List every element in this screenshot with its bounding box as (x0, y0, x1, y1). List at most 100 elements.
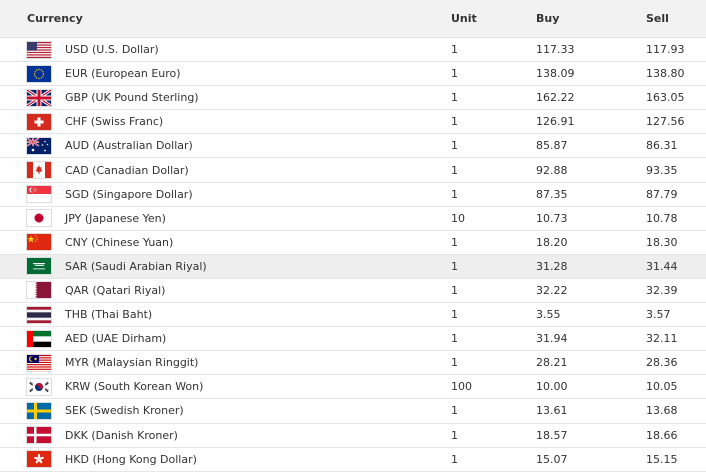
currency-label: JPY (Japanese Yen) (65, 211, 166, 225)
currency-label: GBP (UK Pound Sterling) (65, 91, 199, 105)
currency-cell: CNY (Chinese Yuan) (0, 234, 451, 251)
unit-cell: 1 (451, 163, 458, 177)
currency-cell: HKD (Hong Kong Dollar) (0, 451, 451, 468)
currency-cell: SGD (Singapore Dollar) (0, 186, 451, 203)
table-row: QAR (Qatari Riyal) 1 32.22 32.39 (0, 279, 706, 304)
table-row: EUR (European Euro) 1 138.09 138.80 (0, 62, 706, 87)
buy-rate-cell: 18.57 (536, 428, 568, 442)
table-row: SGD (Singapore Dollar) 1 87.35 87.79 (0, 183, 706, 207)
currency-cell: USD (U.S. Dollar) (0, 41, 451, 58)
gbp-flag-icon (27, 89, 51, 106)
sell-rate-cell: 93.35 (646, 163, 678, 177)
sell-rate-cell: 31.44 (646, 259, 678, 273)
currency-label: EUR (European Euro) (65, 67, 181, 81)
buy-rate-cell: 28.21 (536, 356, 568, 370)
buy-rate-cell: 31.28 (536, 259, 568, 273)
qar-flag-icon (27, 282, 51, 299)
unit-cell: 1 (451, 404, 458, 418)
currency-label: CAD (Canadian Dollar) (65, 163, 189, 177)
thb-flag-icon (27, 306, 51, 323)
header-unit: Unit (451, 12, 477, 25)
unit-cell: 1 (451, 43, 458, 57)
currency-label: THB (Thai Baht) (65, 308, 153, 322)
currency-cell: THB (Thai Baht) (0, 306, 451, 323)
currency-label: QAR (Qatari Riyal) (65, 283, 166, 297)
buy-rate-cell: 18.20 (536, 235, 568, 249)
buy-rate-cell: 32.22 (536, 283, 568, 297)
cny-flag-icon (27, 234, 51, 251)
currency-cell: QAR (Qatari Riyal) (0, 282, 451, 299)
dkk-flag-icon (27, 427, 51, 444)
unit-cell: 1 (451, 187, 458, 201)
jpy-flag-icon (27, 210, 51, 227)
table-row: DKK (Danish Kroner) 1 18.57 18.66 (0, 424, 706, 448)
currency-label: HKD (Hong Kong Dollar) (65, 452, 197, 466)
unit-cell: 1 (451, 356, 458, 370)
table-row: CHF (Swiss Franc) 1 126.91 127.56 (0, 110, 706, 135)
sell-rate-cell: 163.05 (646, 91, 685, 105)
sell-rate-cell: 32.11 (646, 332, 678, 346)
table-row: GBP (UK Pound Sterling) 1 162.22 163.05 (0, 86, 706, 111)
buy-rate-cell: 92.88 (536, 163, 568, 177)
currency-cell: EUR (European Euro) (0, 65, 451, 82)
currency-label: CNY (Chinese Yuan) (65, 235, 174, 249)
table-row: HKD (Hong Kong Dollar) 1 15.07 15.15 (0, 448, 706, 472)
currency-cell: JPY (Japanese Yen) (0, 210, 451, 227)
currency-cell: SAR (Saudi Arabian Riyal) (0, 258, 451, 275)
currency-cell: AED (UAE Dirham) (0, 330, 451, 347)
currency-cell: KRW (South Korean Won) (0, 378, 451, 395)
unit-cell: 1 (451, 115, 458, 129)
unit-cell: 1 (451, 332, 458, 346)
currency-cell: GBP (UK Pound Sterling) (0, 89, 451, 106)
buy-rate-cell: 13.61 (536, 404, 568, 418)
unit-cell: 100 (451, 380, 472, 394)
currency-cell: CAD (Canadian Dollar) (0, 162, 451, 179)
unit-cell: 10 (451, 211, 465, 225)
buy-rate-cell: 87.35 (536, 187, 568, 201)
hkd-flag-icon (27, 451, 51, 468)
table-row: SEK (Swedish Kroner) 1 13.61 13.68 (0, 399, 706, 424)
sell-rate-cell: 10.78 (646, 211, 678, 225)
currency-cell: SEK (Swedish Kroner) (0, 402, 451, 419)
usd-flag-icon (27, 41, 51, 58)
exchange-rate-table: Currency Unit Buy Sell USD (U.S. Dollar)… (0, 0, 706, 472)
sell-rate-cell: 15.15 (646, 452, 678, 466)
currency-cell: AUD (Australian Dollar) (0, 137, 451, 154)
unit-cell: 1 (451, 139, 458, 153)
currency-label: USD (U.S. Dollar) (65, 43, 159, 57)
buy-rate-cell: 117.33 (536, 43, 575, 57)
table-row: KRW (South Korean Won) 100 10.00 10.05 (0, 375, 706, 400)
table-row: USD (U.S. Dollar) 1 117.33 117.93 (0, 38, 706, 63)
currency-label: CHF (Swiss Franc) (65, 115, 164, 129)
buy-rate-cell: 10.73 (536, 211, 568, 225)
currency-label: MYR (Malaysian Ringgit) (65, 356, 199, 370)
unit-cell: 1 (451, 308, 458, 322)
table-row: AUD (Australian Dollar) 1 85.87 86.31 (0, 134, 706, 159)
table-row: SAR (Saudi Arabian Riyal) 1 31.28 31.44 (0, 254, 706, 279)
currency-label: KRW (South Korean Won) (65, 380, 204, 394)
sell-rate-cell: 28.36 (646, 356, 678, 370)
unit-cell: 1 (451, 283, 458, 297)
buy-rate-cell: 31.94 (536, 332, 568, 346)
krw-flag-icon (27, 378, 51, 395)
buy-rate-cell: 126.91 (536, 115, 575, 129)
header-currency: Currency (27, 12, 83, 25)
sell-rate-cell: 13.68 (646, 404, 678, 418)
unit-cell: 1 (451, 235, 458, 249)
sell-rate-cell: 3.57 (646, 308, 671, 322)
currency-label: DKK (Danish Kroner) (65, 428, 178, 442)
currency-label: AED (UAE Dirham) (65, 332, 167, 346)
currency-label: AUD (Australian Dollar) (65, 139, 193, 153)
sgd-flag-icon (27, 186, 51, 203)
table-header: Currency Unit Buy Sell (0, 0, 706, 38)
table-row: CAD (Canadian Dollar) 1 92.88 93.35 (0, 158, 706, 183)
unit-cell: 1 (451, 91, 458, 105)
sell-rate-cell: 18.66 (646, 428, 678, 442)
chf-flag-icon (27, 113, 51, 130)
sell-rate-cell: 127.56 (646, 115, 685, 129)
currency-label: SGD (Singapore Dollar) (65, 187, 193, 201)
table-row: MYR (Malaysian Ringgit) 1 28.21 28.36 (0, 351, 706, 376)
header-buy: Buy (536, 12, 560, 25)
sell-rate-cell: 86.31 (646, 139, 678, 153)
aud-flag-icon (27, 137, 51, 154)
